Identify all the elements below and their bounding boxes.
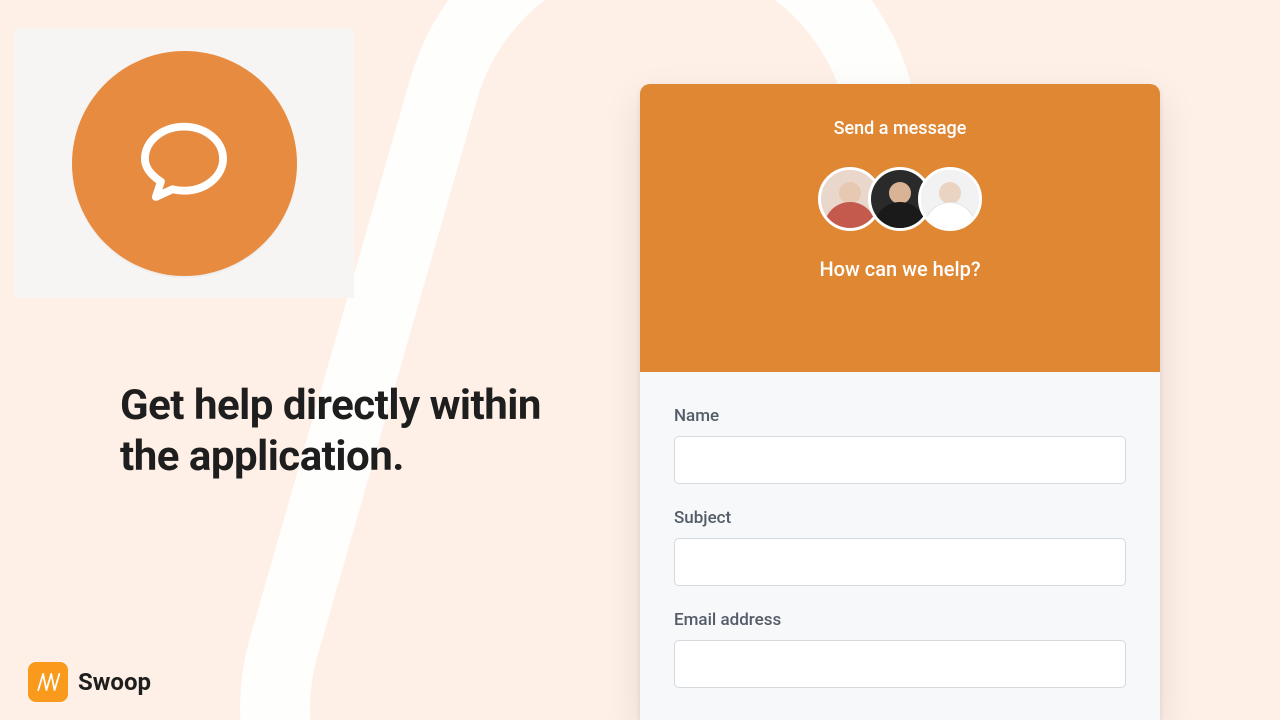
chat-bubble-icon: [134, 111, 234, 215]
chat-icon-tile: [14, 28, 354, 298]
brand-name: Swoop: [78, 668, 151, 696]
page-headline: Get help directly within the application…: [120, 380, 550, 482]
chat-bubble-circle: [72, 51, 297, 276]
contact-panel-title: Send a message: [834, 118, 967, 139]
subject-field[interactable]: [674, 538, 1126, 586]
contact-form: Name Subject Email address: [640, 372, 1160, 720]
email-label: Email address: [674, 610, 1126, 630]
name-label: Name: [674, 406, 1126, 426]
subject-label: Subject: [674, 508, 1126, 528]
swoop-mark-icon: [28, 662, 68, 702]
support-avatars: [818, 167, 982, 231]
brand-logo: Swoop: [28, 662, 151, 702]
contact-panel: Send a message How can we help? Name Sub…: [640, 84, 1160, 720]
avatar: [918, 167, 982, 231]
name-field[interactable]: [674, 436, 1126, 484]
email-field[interactable]: [674, 640, 1126, 688]
contact-panel-header: Send a message How can we help?: [640, 84, 1160, 372]
contact-panel-subtitle: How can we help?: [819, 257, 980, 281]
